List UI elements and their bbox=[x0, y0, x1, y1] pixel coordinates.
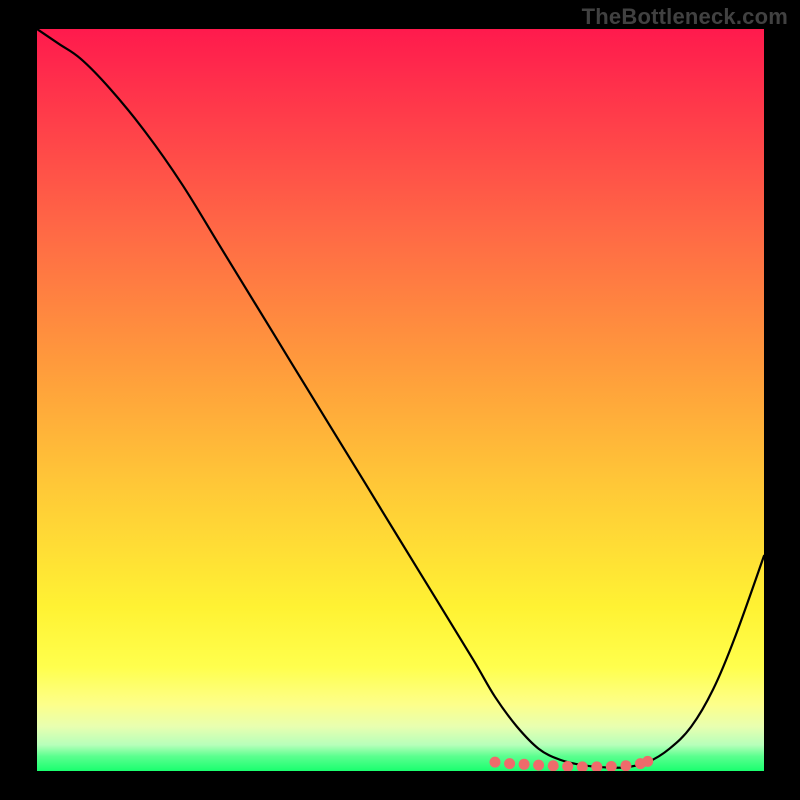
optimal-marker bbox=[606, 761, 617, 771]
plot-area bbox=[37, 29, 764, 771]
bottom-markers bbox=[490, 756, 654, 771]
optimal-marker bbox=[577, 761, 588, 771]
curve-path bbox=[37, 29, 764, 768]
optimal-marker bbox=[548, 760, 559, 771]
optimal-marker bbox=[504, 758, 515, 769]
optimal-marker bbox=[519, 759, 530, 770]
watermark-text: TheBottleneck.com bbox=[582, 4, 788, 30]
optimal-marker bbox=[591, 761, 602, 771]
bottleneck-curve bbox=[37, 29, 764, 771]
optimal-marker bbox=[642, 756, 653, 767]
optimal-marker bbox=[490, 757, 501, 768]
optimal-marker bbox=[533, 760, 544, 771]
chart-canvas: TheBottleneck.com bbox=[0, 0, 800, 800]
optimal-marker bbox=[620, 760, 631, 771]
